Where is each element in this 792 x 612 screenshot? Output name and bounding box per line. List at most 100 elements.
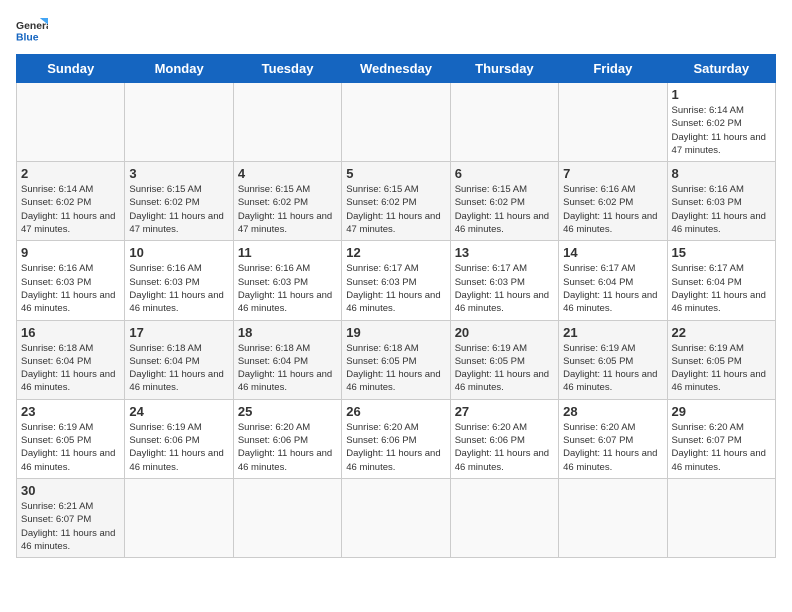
day-number: 25 (238, 404, 337, 419)
calendar-cell (667, 478, 775, 557)
calendar-cell (125, 83, 233, 162)
day-number: 4 (238, 166, 337, 181)
day-info: Sunrise: 6:19 AM Sunset: 6:05 PM Dayligh… (672, 342, 771, 395)
day-info: Sunrise: 6:15 AM Sunset: 6:02 PM Dayligh… (129, 183, 228, 236)
day-info: Sunrise: 6:16 AM Sunset: 6:02 PM Dayligh… (563, 183, 662, 236)
day-number: 19 (346, 325, 445, 340)
weekday-header-sunday: Sunday (17, 55, 125, 83)
calendar-cell (450, 478, 558, 557)
day-number: 11 (238, 245, 337, 260)
calendar-cell: 27Sunrise: 6:20 AM Sunset: 6:06 PM Dayli… (450, 399, 558, 478)
day-info: Sunrise: 6:20 AM Sunset: 6:06 PM Dayligh… (455, 421, 554, 474)
day-number: 24 (129, 404, 228, 419)
generalblue-logo-icon: General Blue (16, 16, 48, 44)
calendar-cell: 20Sunrise: 6:19 AM Sunset: 6:05 PM Dayli… (450, 320, 558, 399)
day-number: 17 (129, 325, 228, 340)
day-info: Sunrise: 6:20 AM Sunset: 6:07 PM Dayligh… (563, 421, 662, 474)
day-info: Sunrise: 6:16 AM Sunset: 6:03 PM Dayligh… (21, 262, 120, 315)
weekday-header-friday: Friday (559, 55, 667, 83)
day-info: Sunrise: 6:20 AM Sunset: 6:06 PM Dayligh… (238, 421, 337, 474)
weekday-header-wednesday: Wednesday (342, 55, 450, 83)
calendar-cell: 1Sunrise: 6:14 AM Sunset: 6:02 PM Daylig… (667, 83, 775, 162)
calendar-cell: 30 Sunrise: 6:21 AM Sunset: 6:07 PM Dayli… (17, 478, 125, 557)
calendar-cell: 6Sunrise: 6:15 AM Sunset: 6:02 PM Daylig… (450, 162, 558, 241)
calendar-cell (233, 478, 341, 557)
day-number: 10 (129, 245, 228, 260)
day-number: 5 (346, 166, 445, 181)
calendar-cell: 13Sunrise: 6:17 AM Sunset: 6:03 PM Dayli… (450, 241, 558, 320)
calendar-week-row: 2 Sunrise: 6:14 AM Sunset: 6:02 PM Daylig… (17, 162, 776, 241)
day-info: Sunrise: 6:16 AM Sunset: 6:03 PM Dayligh… (129, 262, 228, 315)
svg-text:General: General (16, 21, 48, 32)
calendar-cell: 22Sunrise: 6:19 AM Sunset: 6:05 PM Dayli… (667, 320, 775, 399)
calendar-week-row: 16 Sunrise: 6:18 AM Sunset: 6:04 PM Dayli… (17, 320, 776, 399)
day-number: 15 (672, 245, 771, 260)
calendar-cell (17, 83, 125, 162)
calendar-cell: 18Sunrise: 6:18 AM Sunset: 6:04 PM Dayli… (233, 320, 341, 399)
calendar-cell: 8 Sunrise: 6:16 AM Sunset: 6:03 PM Daylig… (667, 162, 775, 241)
day-info: Sunrise: 6:15 AM Sunset: 6:02 PM Dayligh… (346, 183, 445, 236)
day-number: 2 (21, 166, 120, 181)
calendar-cell (233, 83, 341, 162)
calendar-cell: 11Sunrise: 6:16 AM Sunset: 6:03 PM Dayli… (233, 241, 341, 320)
day-number: 30 (21, 483, 120, 498)
calendar-cell (559, 478, 667, 557)
calendar-cell: 24 Sunrise: 6:19 AM Sunset: 6:06 PM Dayli… (125, 399, 233, 478)
calendar-cell: 25 Sunrise: 6:20 AM Sunset: 6:06 PM Dayli… (233, 399, 341, 478)
day-info: Sunrise: 6:14 AM Sunset: 6:02 PM Dayligh… (21, 183, 120, 236)
day-number: 14 (563, 245, 662, 260)
calendar-cell: 12 Sunrise: 6:17 AM Sunset: 6:03 PM Dayli… (342, 241, 450, 320)
day-info: Sunrise: 6:17 AM Sunset: 6:04 PM Dayligh… (563, 262, 662, 315)
day-info: Sunrise: 6:19 AM Sunset: 6:05 PM Dayligh… (21, 421, 120, 474)
weekday-header-thursday: Thursday (450, 55, 558, 83)
day-info: Sunrise: 6:18 AM Sunset: 6:05 PM Dayligh… (346, 342, 445, 395)
logo: General Blue (16, 16, 48, 44)
day-info: Sunrise: 6:18 AM Sunset: 6:04 PM Dayligh… (129, 342, 228, 395)
day-info: Sunrise: 6:20 AM Sunset: 6:06 PM Dayligh… (346, 421, 445, 474)
calendar-cell: 19 Sunrise: 6:18 AM Sunset: 6:05 PM Dayli… (342, 320, 450, 399)
calendar-cell: 21 Sunrise: 6:19 AM Sunset: 6:05 PM Dayli… (559, 320, 667, 399)
day-number: 7 (563, 166, 662, 181)
calendar-cell (450, 83, 558, 162)
weekday-header-tuesday: Tuesday (233, 55, 341, 83)
day-number: 6 (455, 166, 554, 181)
calendar-body: 1Sunrise: 6:14 AM Sunset: 6:02 PM Daylig… (17, 83, 776, 558)
calendar-cell: 17 Sunrise: 6:18 AM Sunset: 6:04 PM Dayli… (125, 320, 233, 399)
day-number: 12 (346, 245, 445, 260)
calendar-cell: 28 Sunrise: 6:20 AM Sunset: 6:07 PM Dayli… (559, 399, 667, 478)
calendar-cell: 4Sunrise: 6:15 AM Sunset: 6:02 PM Daylig… (233, 162, 341, 241)
calendar-week-row: 1Sunrise: 6:14 AM Sunset: 6:02 PM Daylig… (17, 83, 776, 162)
day-info: Sunrise: 6:17 AM Sunset: 6:04 PM Dayligh… (672, 262, 771, 315)
calendar-cell: 10 Sunrise: 6:16 AM Sunset: 6:03 PM Dayli… (125, 241, 233, 320)
calendar-week-row: 9 Sunrise: 6:16 AM Sunset: 6:03 PM Daylig… (17, 241, 776, 320)
calendar-cell (125, 478, 233, 557)
day-info: Sunrise: 6:19 AM Sunset: 6:05 PM Dayligh… (563, 342, 662, 395)
day-number: 21 (563, 325, 662, 340)
calendar-cell: 7 Sunrise: 6:16 AM Sunset: 6:02 PM Daylig… (559, 162, 667, 241)
weekday-header-monday: Monday (125, 55, 233, 83)
calendar-cell: 2 Sunrise: 6:14 AM Sunset: 6:02 PM Daylig… (17, 162, 125, 241)
calendar-cell (559, 83, 667, 162)
weekday-header-saturday: Saturday (667, 55, 775, 83)
day-number: 29 (672, 404, 771, 419)
calendar-table: SundayMondayTuesdayWednesdayThursdayFrid… (16, 54, 776, 558)
calendar-cell: 15 Sunrise: 6:17 AM Sunset: 6:04 PM Dayli… (667, 241, 775, 320)
calendar-cell: 5 Sunrise: 6:15 AM Sunset: 6:02 PM Daylig… (342, 162, 450, 241)
day-info: Sunrise: 6:16 AM Sunset: 6:03 PM Dayligh… (672, 183, 771, 236)
day-number: 9 (21, 245, 120, 260)
calendar-cell: 3Sunrise: 6:15 AM Sunset: 6:02 PM Daylig… (125, 162, 233, 241)
day-number: 26 (346, 404, 445, 419)
day-info: Sunrise: 6:21 AM Sunset: 6:07 PM Dayligh… (21, 500, 120, 553)
day-number: 16 (21, 325, 120, 340)
calendar-cell (342, 478, 450, 557)
day-info: Sunrise: 6:18 AM Sunset: 6:04 PM Dayligh… (21, 342, 120, 395)
calendar-cell: 23Sunrise: 6:19 AM Sunset: 6:05 PM Dayli… (17, 399, 125, 478)
calendar-week-row: 30 Sunrise: 6:21 AM Sunset: 6:07 PM Dayli… (17, 478, 776, 557)
calendar-cell: 16 Sunrise: 6:18 AM Sunset: 6:04 PM Dayli… (17, 320, 125, 399)
header: General Blue (16, 16, 776, 44)
day-info: Sunrise: 6:17 AM Sunset: 6:03 PM Dayligh… (346, 262, 445, 315)
day-number: 8 (672, 166, 771, 181)
calendar-cell: 14 Sunrise: 6:17 AM Sunset: 6:04 PM Dayli… (559, 241, 667, 320)
day-number: 28 (563, 404, 662, 419)
day-info: Sunrise: 6:19 AM Sunset: 6:06 PM Dayligh… (129, 421, 228, 474)
